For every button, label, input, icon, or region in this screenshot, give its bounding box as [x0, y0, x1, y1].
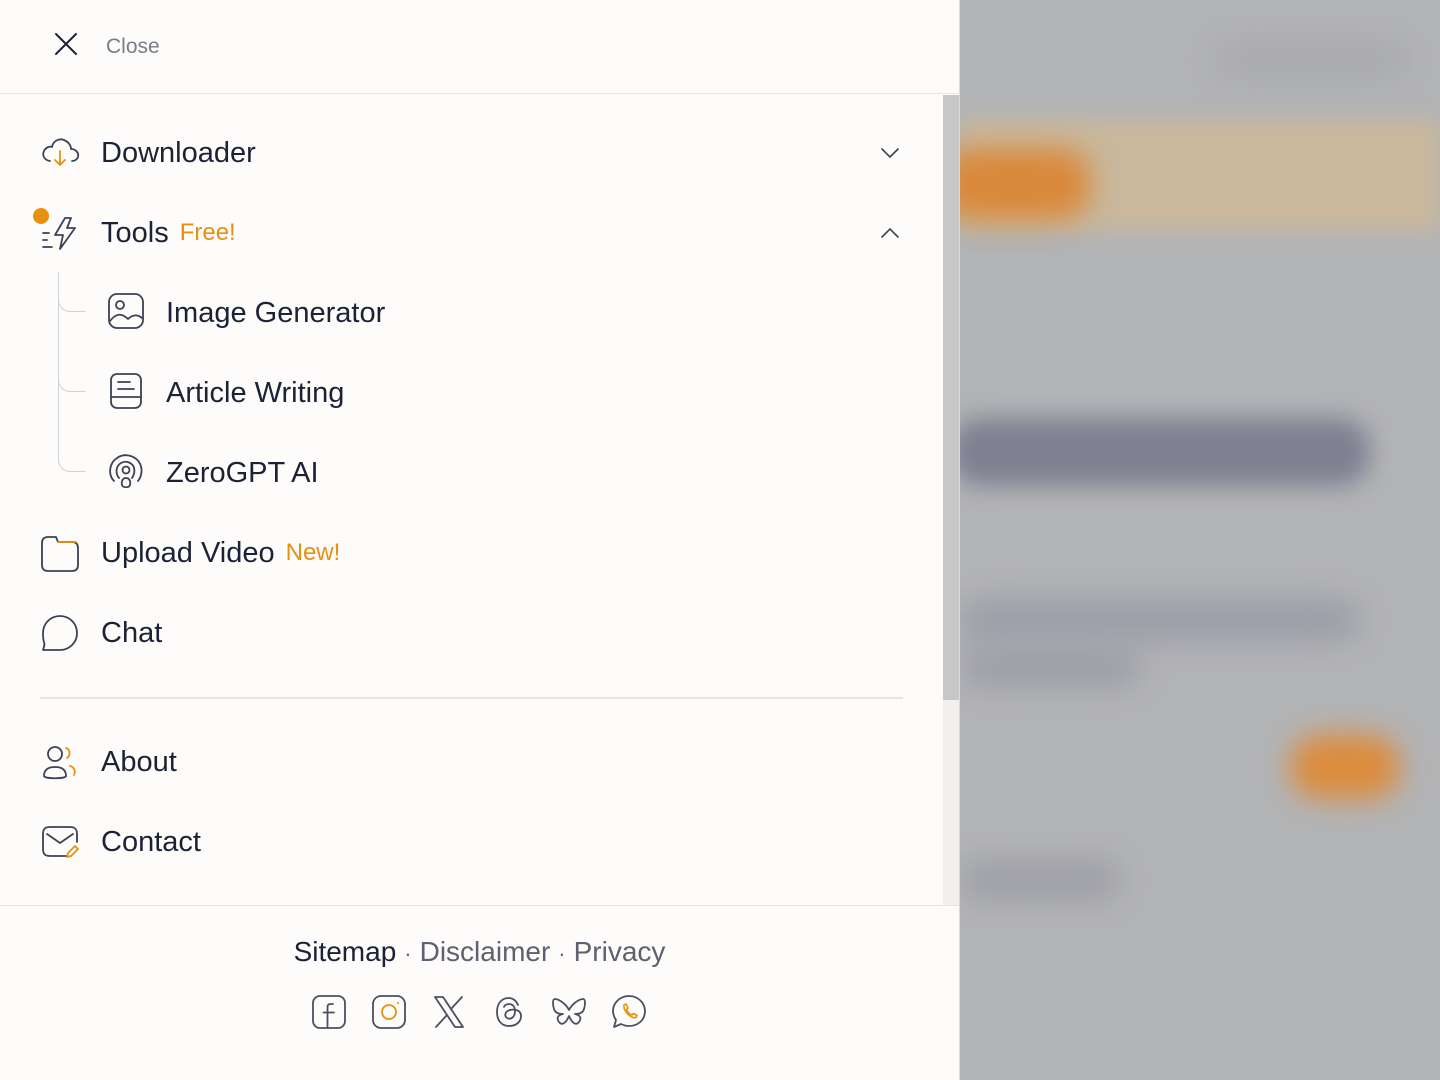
- menu-label-downloader: Downloader: [101, 136, 256, 169]
- menu-label-contact: Contact: [101, 825, 201, 858]
- footer-links: Sitemap · Disclaimer · Privacy: [0, 936, 959, 968]
- sub-item-zerogpt-ai[interactable]: ZeroGPT AI: [106, 445, 906, 501]
- menu-label-chat: Chat: [101, 616, 163, 649]
- threads-icon[interactable]: [491, 994, 527, 1030]
- sub-item-label: Article Writing: [166, 376, 345, 409]
- document-icon: [106, 371, 146, 416]
- chevron-up-icon: [881, 227, 899, 238]
- tree-branch: [58, 294, 86, 312]
- navigation-drawer: Close Downloader Tools Free! Image Gener…: [0, 0, 960, 1080]
- menu-label-tools: Tools: [101, 216, 169, 249]
- x-icon[interactable]: [431, 994, 467, 1030]
- sub-item-label: ZeroGPT AI: [166, 456, 319, 489]
- menu-item-downloader[interactable]: Downloader: [40, 125, 910, 181]
- chevron-down-icon: [881, 148, 899, 159]
- close-button[interactable]: Close: [0, 0, 959, 94]
- users-icon: [40, 742, 80, 782]
- bluesky-icon[interactable]: [551, 994, 587, 1030]
- privacy-link[interactable]: Privacy: [574, 936, 666, 967]
- sub-item-image-generator[interactable]: Image Generator: [106, 285, 906, 341]
- menu-label-about: About: [101, 745, 177, 778]
- separator: ·: [558, 941, 566, 966]
- background-page: [960, 0, 1440, 1080]
- menu-item-about[interactable]: About: [40, 734, 910, 790]
- drawer-footer: Sitemap · Disclaimer · Privacy: [0, 905, 959, 1080]
- sub-item-article-writing[interactable]: Article Writing: [106, 365, 906, 421]
- scrollbar-thumb[interactable]: [943, 95, 959, 700]
- social-links: [311, 994, 647, 1030]
- close-label: Close: [106, 34, 160, 58]
- mail-edit-icon: [40, 822, 80, 862]
- sub-item-label: Image Generator: [166, 296, 386, 329]
- separator: ·: [404, 941, 412, 966]
- close-icon: [52, 30, 80, 63]
- tree-branch: [58, 374, 86, 392]
- lightning-icon: [40, 213, 80, 253]
- menu-item-contact[interactable]: Contact: [40, 814, 910, 870]
- tree-branch: [58, 454, 86, 472]
- menu-item-upload-video[interactable]: Upload Video New!: [40, 525, 910, 581]
- cloud-download-icon: [40, 133, 80, 173]
- fingerprint-icon: [106, 451, 146, 496]
- disclaimer-link[interactable]: Disclaimer: [420, 936, 551, 967]
- facebook-icon[interactable]: [311, 994, 347, 1030]
- menu-item-chat[interactable]: Chat: [40, 605, 910, 661]
- chat-bubble-icon: [40, 613, 80, 653]
- menu-divider: [40, 697, 903, 699]
- folder-icon: [40, 533, 80, 573]
- new-badge: New!: [285, 539, 341, 566]
- menu-label-upload-video: Upload Video: [101, 536, 275, 569]
- menu-item-tools[interactable]: Tools Free!: [40, 205, 910, 261]
- instagram-icon[interactable]: [371, 994, 407, 1030]
- free-badge: Free!: [179, 219, 236, 246]
- whatsapp-icon[interactable]: [611, 994, 647, 1030]
- scrollbar[interactable]: [943, 95, 959, 905]
- image-icon: [106, 291, 146, 336]
- sitemap-link[interactable]: Sitemap: [294, 936, 397, 967]
